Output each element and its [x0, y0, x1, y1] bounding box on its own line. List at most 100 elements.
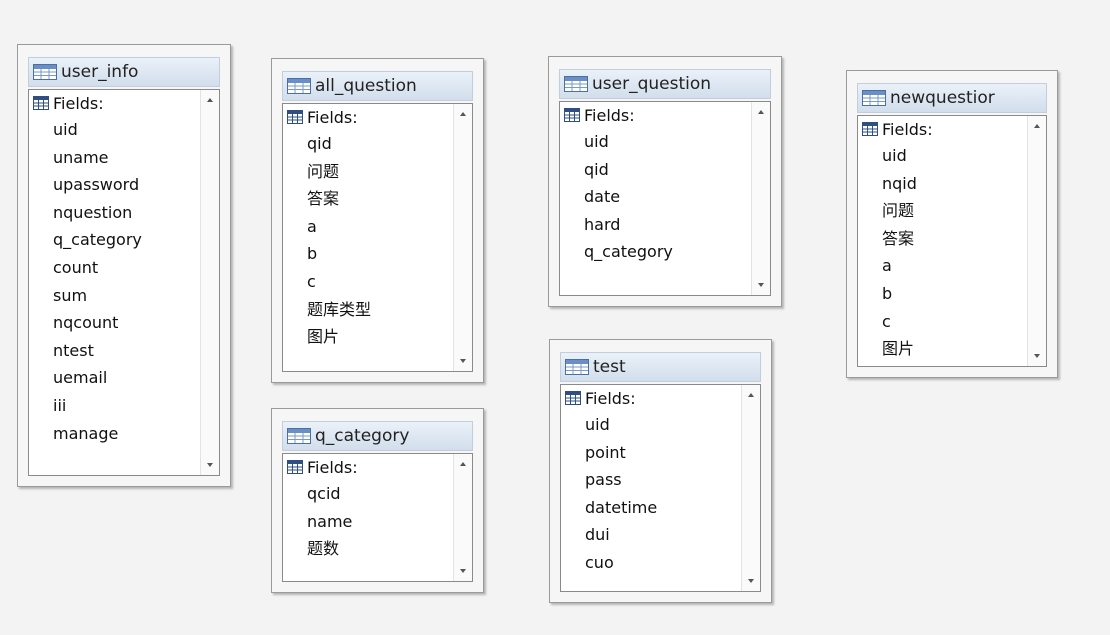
scrollbar[interactable] [200, 90, 219, 475]
field-rows: uid uname upassword nquestion q_category… [53, 116, 142, 447]
field-item[interactable]: hard [584, 211, 673, 239]
table-title-bar[interactable]: user_info [28, 57, 220, 87]
field-item[interactable]: qcid [307, 480, 352, 508]
table-title-bar[interactable]: q_category [282, 421, 473, 451]
fields-header: Fields: [287, 106, 358, 128]
table-title-bar[interactable]: newquestior [857, 83, 1047, 113]
fields-icon [564, 108, 580, 122]
fields-label: Fields: [882, 119, 933, 139]
field-item[interactable]: uid [882, 142, 917, 170]
field-item[interactable]: a [882, 252, 917, 280]
field-item[interactable]: count [53, 254, 142, 282]
field-item[interactable]: ntest [53, 337, 142, 365]
field-item[interactable]: 图片 [307, 323, 371, 351]
field-list[interactable]: Fields: uid point pass datetime dui cuo [560, 384, 761, 592]
fields-label: Fields: [53, 93, 104, 113]
scroll-up-arrow-icon[interactable] [1034, 124, 1040, 128]
field-item[interactable]: manage [53, 420, 142, 448]
field-item[interactable]: uid [585, 411, 657, 439]
scrollbar[interactable] [1027, 116, 1046, 366]
fields-icon [565, 391, 581, 405]
field-item[interactable]: iii [53, 392, 142, 420]
fields-icon [33, 96, 49, 110]
table-user-info[interactable]: user_info Fields: uid uname upassword nq… [17, 44, 231, 487]
scroll-up-arrow-icon[interactable] [207, 98, 213, 102]
field-item[interactable]: a [307, 213, 371, 241]
field-rows: uid point pass datetime dui cuo [585, 411, 657, 577]
field-list[interactable]: Fields: qid 问题 答案 a b c 题库类型 图片 [282, 103, 473, 372]
field-item[interactable]: qid [584, 156, 673, 184]
scroll-up-arrow-icon[interactable] [758, 110, 764, 114]
fields-label: Fields: [584, 105, 635, 125]
table-newquestion[interactable]: newquestior Fields: uid nqid 问题 答案 a b c… [846, 70, 1058, 378]
field-item[interactable]: c [307, 268, 371, 296]
field-item[interactable]: name [307, 508, 352, 536]
field-item[interactable]: q_category [53, 226, 142, 254]
table-icon [565, 359, 589, 375]
field-item[interactable]: 图片 [882, 335, 917, 363]
table-title-bar[interactable]: user_question [559, 69, 771, 99]
field-item[interactable]: uid [53, 116, 142, 144]
scrollbar[interactable] [453, 454, 472, 581]
scroll-down-arrow-icon[interactable] [207, 463, 213, 467]
field-item[interactable]: qid [307, 130, 371, 158]
table-icon [862, 90, 886, 106]
table-test[interactable]: test Fields: uid point pass datetime dui… [549, 339, 772, 603]
scroll-down-arrow-icon[interactable] [748, 579, 754, 583]
fields-label: Fields: [307, 457, 358, 477]
fields-header: Fields: [565, 387, 636, 409]
field-item[interactable]: datetime [585, 494, 657, 522]
field-item[interactable]: nquestion [53, 199, 142, 227]
field-rows: qcid name 题数 [307, 480, 352, 563]
fields-label: Fields: [307, 107, 358, 127]
scrollbar[interactable] [751, 102, 770, 295]
field-item[interactable]: upassword [53, 171, 142, 199]
field-item[interactable]: dui [585, 521, 657, 549]
scroll-up-arrow-icon[interactable] [460, 112, 466, 116]
field-item[interactable]: pass [585, 466, 657, 494]
scroll-up-arrow-icon[interactable] [748, 393, 754, 397]
table-title: all_question [315, 76, 417, 96]
field-item[interactable]: 答案 [307, 185, 371, 213]
field-item[interactable]: b [882, 280, 917, 308]
field-item[interactable]: 题库类型 [307, 296, 371, 324]
field-list[interactable]: Fields: uid qid date hard q_category [559, 101, 771, 296]
field-item[interactable]: date [584, 183, 673, 211]
scroll-down-arrow-icon[interactable] [460, 569, 466, 573]
table-icon [564, 76, 588, 92]
field-item[interactable]: cuo [585, 549, 657, 577]
field-list[interactable]: Fields: qcid name 题数 [282, 453, 473, 582]
fields-header: Fields: [862, 118, 933, 140]
table-user-question[interactable]: user_question Fields: uid qid date hard [548, 56, 782, 307]
field-item[interactable]: b [307, 240, 371, 268]
field-item[interactable]: q_category [584, 238, 673, 266]
table-q-category[interactable]: q_category Fields: qcid name 题数 [271, 408, 484, 593]
scroll-down-arrow-icon[interactable] [758, 283, 764, 287]
field-item[interactable]: 答案 [882, 225, 917, 253]
field-item[interactable]: nqcount [53, 309, 142, 337]
field-item[interactable]: uid [584, 128, 673, 156]
field-item[interactable]: 问题 [307, 158, 371, 186]
field-item[interactable]: c [882, 308, 917, 336]
field-list[interactable]: Fields: uid nqid 问题 答案 a b c 图片 [857, 115, 1047, 367]
table-title-bar[interactable]: test [560, 352, 761, 382]
table-title-bar[interactable]: all_question [282, 71, 473, 101]
table-title: q_category [315, 426, 410, 446]
field-item[interactable]: uname [53, 144, 142, 172]
field-item[interactable]: nqid [882, 170, 917, 198]
fields-header: Fields: [287, 456, 358, 478]
table-all-question[interactable]: all_question Fields: qid 问题 答案 a b c 题库类… [271, 58, 484, 383]
scroll-down-arrow-icon[interactable] [1034, 354, 1040, 358]
field-rows: qid 问题 答案 a b c 题库类型 图片 [307, 130, 371, 351]
field-item[interactable]: point [585, 439, 657, 467]
field-item[interactable]: uemail [53, 364, 142, 392]
field-item[interactable]: sum [53, 282, 142, 310]
scroll-up-arrow-icon[interactable] [460, 462, 466, 466]
scrollbar[interactable] [741, 385, 760, 591]
scroll-down-arrow-icon[interactable] [460, 359, 466, 363]
scrollbar[interactable] [453, 104, 472, 371]
field-item[interactable]: 题数 [307, 535, 352, 563]
fields-label: Fields: [585, 388, 636, 408]
field-list[interactable]: Fields: uid uname upassword nquestion q_… [28, 89, 220, 476]
field-item[interactable]: 问题 [882, 197, 917, 225]
